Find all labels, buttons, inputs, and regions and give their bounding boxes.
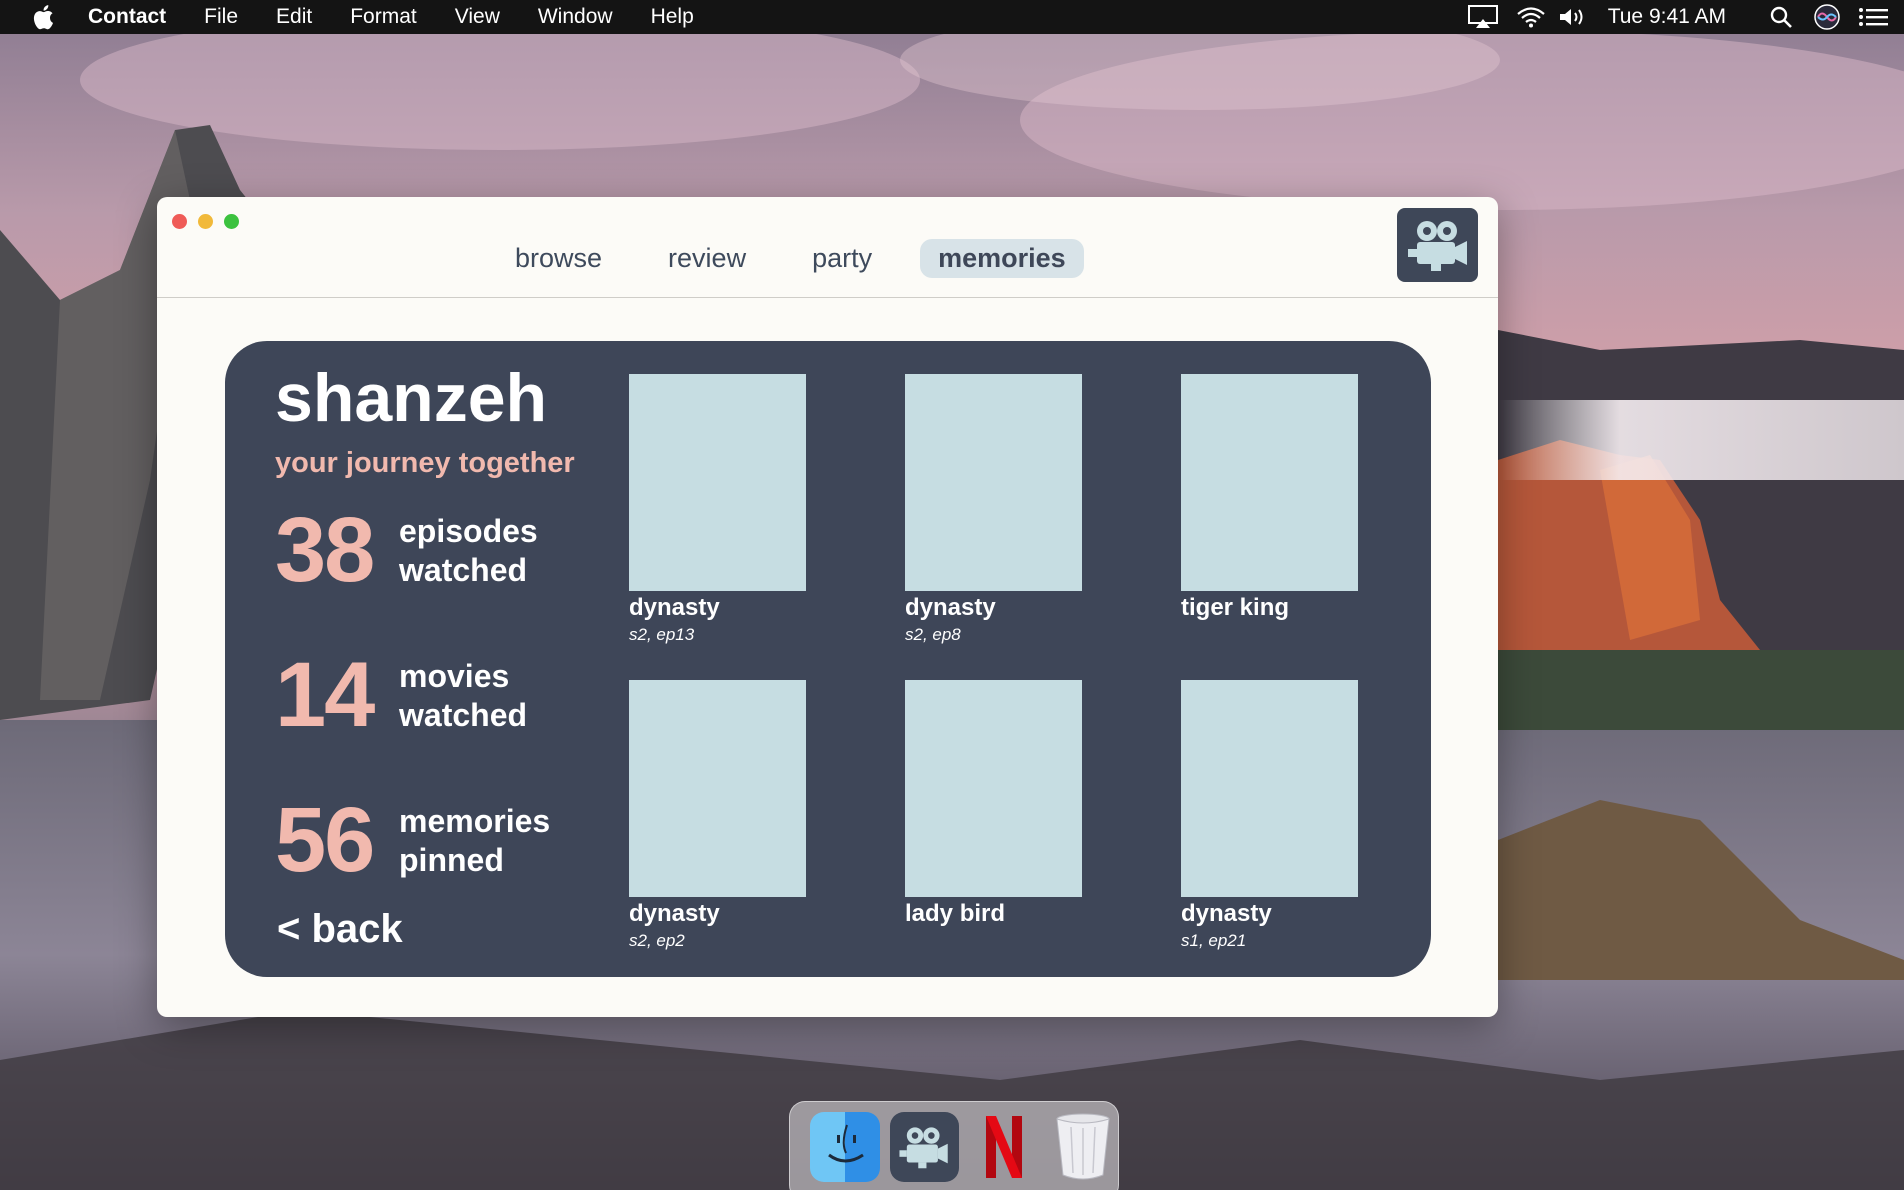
tab-browse[interactable]: browse xyxy=(497,239,620,278)
movie-camera-icon[interactable] xyxy=(1397,208,1478,282)
stat-label-line: episodes xyxy=(399,512,538,549)
menu-window[interactable]: Window xyxy=(538,5,613,29)
memories-panel: shanzeh your journey together 38 episode… xyxy=(225,341,1431,977)
stat-value: 38 xyxy=(275,499,375,601)
stat-label: movies watched xyxy=(399,657,527,735)
stat-label-line: pinned xyxy=(399,841,504,878)
stat-value: 14 xyxy=(275,644,375,746)
user-name: shanzeh xyxy=(275,360,548,436)
poster-title: dynasty xyxy=(905,594,996,621)
zoom-button[interactable] xyxy=(224,214,239,229)
close-button[interactable] xyxy=(172,214,187,229)
poster-episode: s1, ep21 xyxy=(1181,931,1247,950)
menu-file[interactable]: File xyxy=(204,5,238,29)
menubar-clock[interactable]: Tue 9:41 AM xyxy=(1608,5,1726,29)
poster-episode: s2, ep13 xyxy=(629,625,695,644)
poster-thumbnail[interactable] xyxy=(1181,680,1358,897)
stat-episodes: 38 episodes watched xyxy=(275,498,538,603)
poster-card[interactable]: tiger king xyxy=(1181,374,1358,625)
app-name[interactable]: Contact xyxy=(88,5,166,29)
stat-memories: 56 memories pinned xyxy=(275,788,550,893)
poster-title: lady bird xyxy=(905,900,1006,927)
poster-thumbnail[interactable] xyxy=(905,680,1082,897)
stat-label-line: watched xyxy=(399,696,528,733)
apple-icon[interactable] xyxy=(32,0,60,34)
poster-card[interactable]: dynasty s1, ep21 xyxy=(1181,680,1358,951)
stat-label: memories pinned xyxy=(399,802,550,880)
menu-help[interactable]: Help xyxy=(651,5,694,29)
stat-value: 56 xyxy=(275,789,375,891)
siri-icon[interactable] xyxy=(1812,0,1842,34)
poster-episode: s2, ep8 xyxy=(905,625,961,644)
poster-card[interactable]: dynasty s2, ep13 xyxy=(629,374,806,645)
nav-tabs: browse review party memories xyxy=(497,239,1114,278)
contact-app-icon[interactable] xyxy=(889,1112,959,1182)
minimize-button[interactable] xyxy=(198,214,213,229)
tab-review[interactable]: review xyxy=(650,239,764,278)
poster-thumbnail[interactable] xyxy=(905,374,1082,591)
menu-edit[interactable]: Edit xyxy=(276,5,312,29)
window-controls xyxy=(172,214,239,229)
stat-movies: 14 movies watched xyxy=(275,643,527,748)
airplay-icon[interactable] xyxy=(1466,0,1500,34)
poster-card[interactable]: dynasty s2, ep8 xyxy=(905,374,1082,645)
netflix-icon[interactable] xyxy=(969,1112,1039,1182)
poster-title: dynasty xyxy=(1181,900,1272,927)
back-button[interactable]: < back xyxy=(277,907,403,952)
stat-label-line: movies xyxy=(399,657,510,694)
search-icon[interactable] xyxy=(1766,0,1796,34)
poster-episode: s2, ep2 xyxy=(629,931,685,950)
app-window: browse review party memories shanzeh you… xyxy=(157,197,1498,1017)
notification-center-icon[interactable] xyxy=(1856,0,1890,34)
journey-subtitle: your journey together xyxy=(275,447,575,479)
stat-label-line: watched xyxy=(399,551,528,588)
trash-icon[interactable] xyxy=(1049,1112,1119,1182)
tab-party[interactable]: party xyxy=(794,239,890,278)
poster-thumbnail[interactable] xyxy=(1181,374,1358,591)
poster-thumbnail[interactable] xyxy=(629,680,806,897)
window-titlebar: browse review party memories xyxy=(157,197,1498,298)
poster-title: dynasty xyxy=(629,594,720,621)
stat-label-line: memories xyxy=(399,802,551,839)
dock xyxy=(789,1101,1119,1190)
finder-icon[interactable] xyxy=(810,1112,880,1182)
poster-title: dynasty xyxy=(629,900,720,927)
menu-view[interactable]: View xyxy=(455,5,500,29)
stat-label: episodes watched xyxy=(399,512,538,590)
tab-memories[interactable]: memories xyxy=(920,239,1084,278)
poster-title: tiger king xyxy=(1181,594,1290,621)
menu-format[interactable]: Format xyxy=(350,5,417,29)
menu-bar: Contact File Edit Format View Window Hel… xyxy=(0,0,1904,34)
poster-card[interactable]: dynasty s2, ep2 xyxy=(629,680,806,951)
poster-card[interactable]: lady bird xyxy=(905,680,1082,931)
wifi-icon[interactable] xyxy=(1514,0,1548,34)
volume-icon[interactable] xyxy=(1556,0,1590,34)
poster-thumbnail[interactable] xyxy=(629,374,806,591)
